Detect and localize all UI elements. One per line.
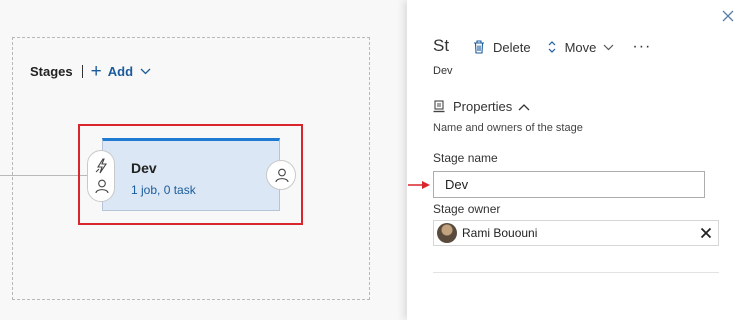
add-label: Add xyxy=(107,63,134,79)
pre-deployment-conditions-button[interactable] xyxy=(87,150,115,202)
section-divider xyxy=(433,272,719,273)
properties-icon xyxy=(433,100,445,113)
stages-title: Stages xyxy=(30,63,73,79)
more-icon[interactable]: ··· xyxy=(632,38,651,56)
stages-header: Stages + Add xyxy=(30,61,151,81)
panel-toolbar: Delete Move ··· xyxy=(473,37,651,57)
close-icon[interactable] xyxy=(720,8,736,24)
chevron-up-icon xyxy=(518,103,530,110)
properties-heading: Properties xyxy=(453,99,513,114)
clear-icon[interactable] xyxy=(700,227,712,239)
person-icon xyxy=(95,179,109,194)
properties-section-toggle[interactable]: Properties xyxy=(433,99,530,114)
properties-description: Name and owners of the stage xyxy=(433,122,583,134)
trigger-icon xyxy=(95,158,108,174)
release-pipeline-editor: Stages + Add Dev 1 job, 0 task St Delete… xyxy=(0,0,746,320)
move-label: Move xyxy=(564,39,597,55)
delete-label: Delete xyxy=(493,39,531,55)
red-arrow-icon xyxy=(408,181,430,189)
artifact-connector-line xyxy=(0,175,90,176)
add-stage-button[interactable]: + Add xyxy=(91,62,151,81)
avatar xyxy=(437,223,457,243)
stages-separator xyxy=(81,64,83,78)
stage-tasks-link[interactable]: 1 job, 0 task xyxy=(131,183,196,197)
stage-owner-picker[interactable]: Rami Bououni xyxy=(433,220,719,246)
pipeline-canvas: Stages + Add Dev 1 job, 0 task xyxy=(0,0,410,320)
stage-name-input[interactable] xyxy=(433,171,705,198)
stage-card-dev[interactable]: Dev 1 job, 0 task xyxy=(102,138,280,211)
move-icon xyxy=(548,41,556,53)
stage-name-label: Stage name xyxy=(433,151,498,165)
panel-subtitle: Dev xyxy=(433,65,453,77)
delete-button[interactable]: Delete xyxy=(473,40,531,55)
move-button[interactable]: Move xyxy=(547,40,615,55)
person-icon xyxy=(275,168,289,183)
chevron-down-icon xyxy=(603,44,614,50)
stage-properties-panel: St Delete Move ··· Dev Properties Name a… xyxy=(407,0,746,320)
stage-owner-label: Stage owner xyxy=(433,202,501,216)
chevron-down-icon xyxy=(140,68,151,74)
stage-owner-name: Rami Bououni xyxy=(462,226,538,240)
stage-name: Dev xyxy=(131,160,157,176)
panel-title: St xyxy=(433,36,450,55)
post-deployment-conditions-button[interactable] xyxy=(266,160,296,190)
plus-icon: + xyxy=(90,60,102,82)
trash-icon xyxy=(474,40,484,54)
